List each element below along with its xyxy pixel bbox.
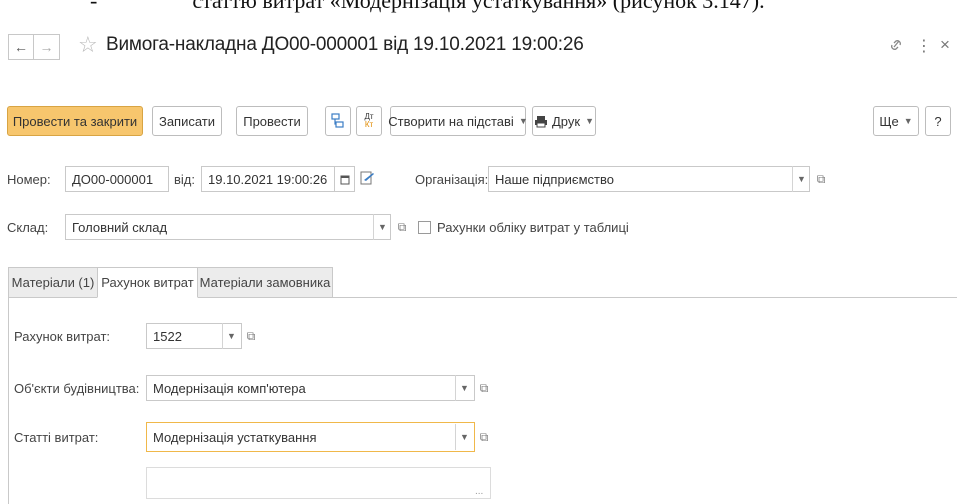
post-and-close-button[interactable]: Провести та закрити xyxy=(7,106,143,136)
number-field[interactable]: ДО00-000001 xyxy=(65,166,169,192)
create-based-on-button[interactable]: Створити на підставі ▼ xyxy=(388,106,528,136)
accounts-in-table-label: Рахунки обліку витрат у таблиці xyxy=(437,220,629,235)
back-arrow-icon: ← xyxy=(14,39,28,55)
calendar-icon xyxy=(340,175,349,184)
extra-field-select-button[interactable]: ... xyxy=(475,486,483,497)
caption-text: статтю витрат «Модернізація устаткування… xyxy=(192,0,765,13)
close-icon[interactable]: × xyxy=(940,35,950,55)
forward-button[interactable]: → xyxy=(34,34,60,60)
print-label: Друк xyxy=(552,113,581,129)
chevron-down-icon: ▼ xyxy=(903,116,913,126)
tab-customer-materials[interactable]: Матеріали замовника xyxy=(197,267,333,298)
construction-objects-label: Об'єкти будівництва: xyxy=(14,381,140,396)
warehouse-open-icon[interactable]: ⧉ xyxy=(393,214,411,240)
tab-materials[interactable]: Матеріали (1) xyxy=(8,267,98,298)
forward-arrow-icon: → xyxy=(39,39,54,55)
date-label: від: xyxy=(174,172,195,187)
link-icon[interactable] xyxy=(888,36,904,54)
calendar-button[interactable] xyxy=(335,166,355,192)
more-options-icon[interactable]: ⋮ xyxy=(916,36,932,56)
organization-field[interactable]: Наше підприємство xyxy=(488,166,810,192)
organization-dropdown-icon[interactable]: ▼ xyxy=(792,166,810,192)
warehouse-dropdown-icon[interactable]: ▼ xyxy=(373,214,391,240)
expense-account-open-icon[interactable]: ⧉ xyxy=(242,323,260,349)
construction-objects-dropdown-icon[interactable]: ▼ xyxy=(455,375,473,401)
warehouse-field[interactable]: Головний склад xyxy=(65,214,391,240)
help-button[interactable]: ? xyxy=(925,106,951,136)
expense-account-dropdown-icon[interactable]: ▼ xyxy=(222,323,240,349)
post-button[interactable]: Провести xyxy=(236,106,308,136)
warehouse-label: Склад: xyxy=(7,220,49,235)
window-title: Вимога-накладна ДО00-000001 від 19.10.20… xyxy=(106,34,584,55)
accounts-in-table-checkbox[interactable] xyxy=(418,221,431,234)
chevron-down-icon: ▼ xyxy=(518,116,528,126)
more-button[interactable]: Ще ▼ xyxy=(873,106,919,136)
number-label: Номер: xyxy=(7,172,51,187)
expense-items-field[interactable]: Модернізація устаткування xyxy=(146,422,475,452)
expense-account-label: Рахунок витрат: xyxy=(14,329,111,344)
back-button[interactable]: ← xyxy=(8,34,34,60)
tab-expense-account[interactable]: Рахунок витрат xyxy=(97,267,198,298)
document-structure-icon xyxy=(331,113,344,128)
expense-items-dropdown-icon[interactable]: ▼ xyxy=(455,424,473,450)
caption-bullet: - xyxy=(90,0,98,13)
organization-open-icon[interactable]: ⧉ xyxy=(812,166,830,192)
expense-items-label: Статті витрат: xyxy=(14,430,99,445)
kt-icon: Кт xyxy=(364,120,374,129)
extra-field[interactable] xyxy=(146,467,491,499)
expense-items-open-icon[interactable]: ⧉ xyxy=(475,424,493,450)
title-bar: ← → ☆ Вимога-накладна ДО00-000001 від 19… xyxy=(0,22,957,72)
dt-kt-button[interactable]: Дт Кт xyxy=(356,106,382,136)
printer-icon xyxy=(535,115,547,127)
structure-button[interactable] xyxy=(325,106,351,136)
print-button[interactable]: Друк ▼ xyxy=(532,106,596,136)
edit-date-icon[interactable] xyxy=(360,170,376,186)
organization-label: Організація: xyxy=(415,172,489,187)
more-label: Ще xyxy=(879,113,899,129)
favorite-star-icon[interactable]: ☆ xyxy=(78,32,98,58)
construction-objects-field[interactable]: Модернізація комп'ютера xyxy=(146,375,475,401)
save-button[interactable]: Записати xyxy=(152,106,222,136)
document-caption: - статтю витрат «Модернізація устаткуван… xyxy=(0,0,957,14)
chevron-down-icon: ▼ xyxy=(585,116,594,126)
construction-objects-open-icon[interactable]: ⧉ xyxy=(475,375,493,401)
create-based-on-label: Створити на підставі xyxy=(388,113,514,129)
date-field[interactable]: 19.10.2021 19:00:26 xyxy=(201,166,335,192)
